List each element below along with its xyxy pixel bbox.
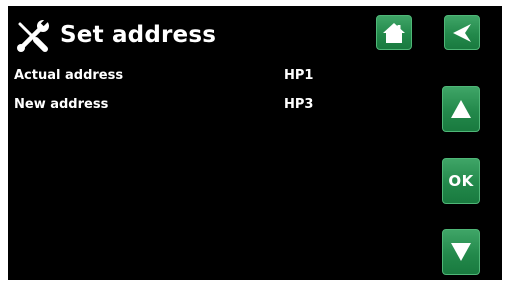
actual-address-label: Actual address bbox=[14, 68, 124, 83]
ok-button[interactable]: OK bbox=[442, 158, 480, 204]
tools-icon bbox=[17, 19, 49, 52]
up-button[interactable] bbox=[442, 86, 480, 132]
arrow-up-icon bbox=[451, 100, 471, 118]
back-button[interactable] bbox=[444, 15, 480, 50]
new-address-value[interactable]: HP3 bbox=[284, 97, 313, 113]
display-screen: Set address Actual address HP1 New addre… bbox=[8, 6, 502, 280]
home-icon bbox=[383, 22, 405, 43]
page-title: Set address bbox=[60, 22, 217, 48]
arrow-down-icon bbox=[451, 243, 471, 261]
back-arrow-icon bbox=[453, 23, 471, 42]
down-button[interactable] bbox=[442, 229, 480, 275]
home-button[interactable] bbox=[376, 15, 412, 50]
ok-button-label: OK bbox=[448, 172, 474, 190]
actual-address-value: HP1 bbox=[284, 68, 314, 83]
new-address-label: New address bbox=[14, 97, 109, 112]
